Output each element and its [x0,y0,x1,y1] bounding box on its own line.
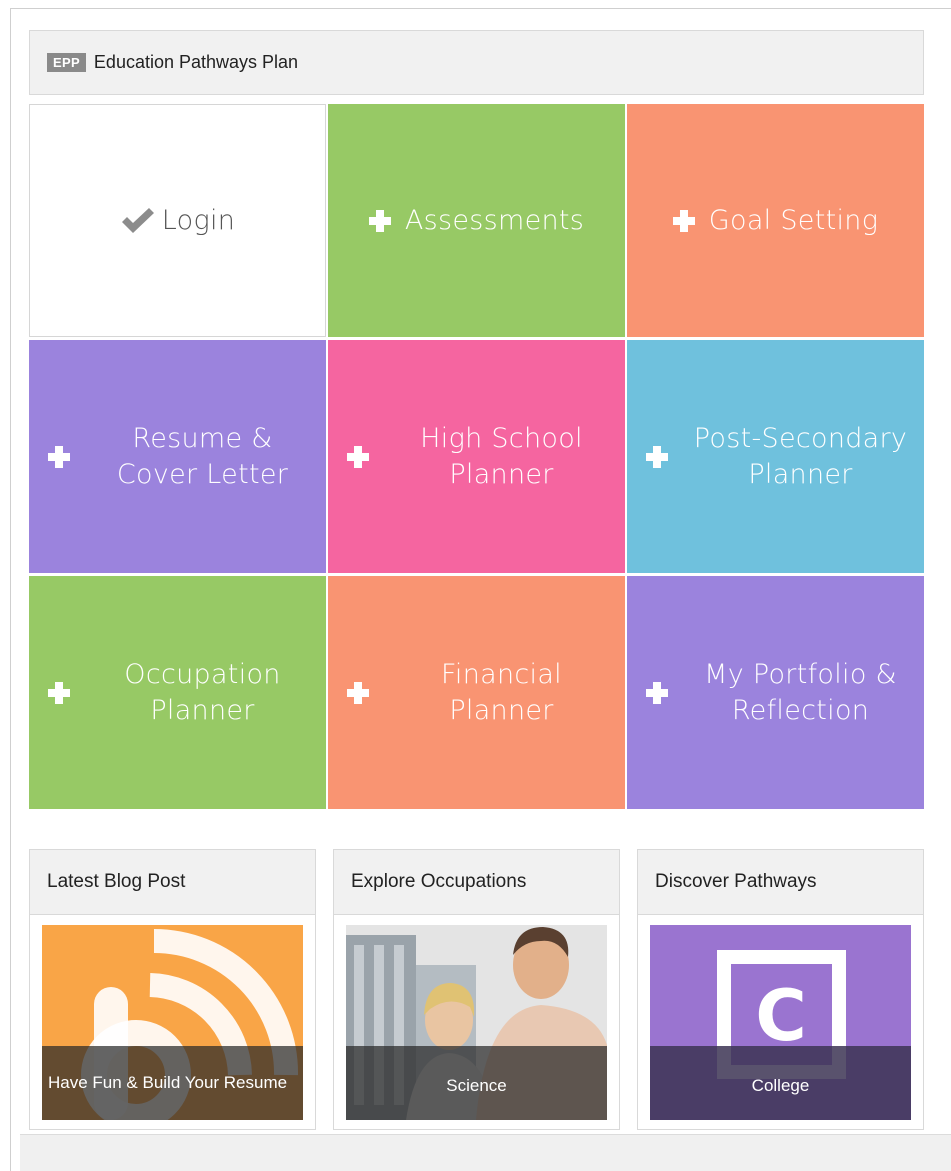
plus-icon [347,445,369,468]
pathways-link[interactable]: C College [650,925,911,1120]
plus-icon [48,681,70,704]
plus-icon [672,209,695,232]
bottom-bar [20,1134,951,1171]
card-caption: Have Fun & Build Your Resume [42,1046,303,1120]
check-icon [121,207,154,233]
tile-grid: Login Assessments Goal Setting Resume & … [29,104,924,809]
tile-goal-setting[interactable]: Goal Setting [627,104,924,337]
svg-text:C: C [755,975,806,1057]
tile-label: Resume & Cover Letter [116,422,289,490]
blog-post-link[interactable]: Have Fun & Build Your Resume [42,925,303,1120]
occupations-link[interactable]: Science [346,925,607,1120]
page-title: Education Pathways Plan [93,52,299,72]
tile-assessments[interactable]: Assessments [328,104,625,337]
tile-financial-planner[interactable]: Financial Planner [328,576,625,809]
epp-badge: EPP [47,53,86,72]
card-caption: Science [346,1046,607,1120]
tile-label: Assessments [404,204,585,236]
tile-label: Goal Setting [708,204,879,236]
tile-portfolio-reflection[interactable]: My Portfolio & Reflection [627,576,924,809]
tile-label: High School Planner [420,422,583,490]
tile-resume-cover-letter[interactable]: Resume & Cover Letter [29,340,326,573]
tile-occupation-planner[interactable]: Occupation Planner [29,576,326,809]
tile-post-secondary-planner[interactable]: Post-Secondary Planner [627,340,924,573]
epp-header: EPP Education Pathways Plan [29,30,924,95]
tile-label: Occupation Planner [124,658,281,726]
tile-high-school-planner[interactable]: High School Planner [328,340,625,573]
plus-icon [368,209,391,232]
tile-label: Financial Planner [441,658,562,726]
tile-label: Post-Secondary Planner [693,422,908,490]
card-latest-blog-post: Latest Blog Post Have Fun & Build Your R… [29,849,316,1130]
tile-label: Login [161,204,236,236]
card-title: Discover Pathways [638,850,923,915]
card-discover-pathways: Discover Pathways C College [637,849,924,1130]
card-explore-occupations: Explore Occupations Science [333,849,620,1130]
card-title: Latest Blog Post [30,850,315,915]
card-title: Explore Occupations [334,850,619,915]
plus-icon [646,681,668,704]
plus-icon [48,445,70,468]
plus-icon [347,681,369,704]
tile-login[interactable]: Login [29,104,326,337]
plus-icon [646,445,668,468]
tile-label: My Portfolio & Reflection [704,658,897,726]
card-caption: College [650,1046,911,1120]
